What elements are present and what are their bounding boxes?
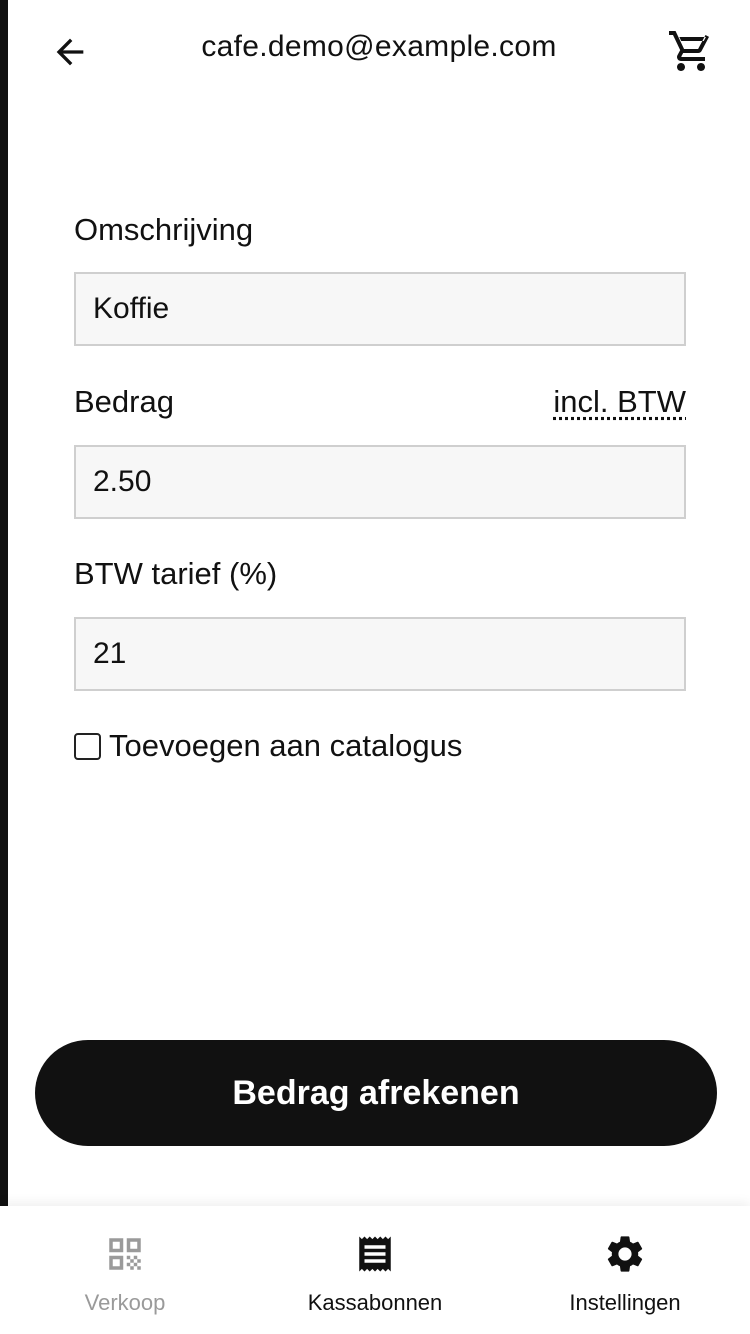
receipt-icon — [353, 1232, 397, 1276]
description-input[interactable] — [74, 272, 686, 346]
amount-label-row: Bedrag incl. BTW — [74, 384, 686, 420]
tab-kassabonnen[interactable]: Kassabonnen — [250, 1206, 500, 1334]
bottom-tab-bar: Verkoop Kassabonnen Instellingen — [0, 1206, 750, 1334]
account-email-title: cafe.demo@example.com — [201, 30, 557, 63]
vat-label-row: BTW tarief (%) — [74, 556, 686, 592]
tab-verkoop[interactable]: Verkoop — [0, 1206, 250, 1334]
left-edge-bar — [0, 0, 8, 1206]
tab-label-kassabonnen: Kassabonnen — [307, 1290, 443, 1315]
amount-input[interactable] — [74, 445, 686, 519]
add-to-catalog-label: Toevoegen aan catalogus — [109, 728, 463, 763]
top-bar: cafe.demo@example.com — [8, 0, 750, 100]
amount-label: Bedrag — [74, 384, 174, 419]
qr-code-icon — [103, 1232, 147, 1276]
tab-instellingen[interactable]: Instellingen — [500, 1206, 750, 1334]
vat-rate-label: BTW tarief (%) — [74, 556, 278, 591]
cart-button[interactable] — [666, 26, 716, 76]
vat-rate-input[interactable] — [74, 617, 686, 691]
add-to-catalog-row[interactable]: Toevoegen aan catalogus — [74, 728, 462, 764]
gear-icon — [603, 1232, 647, 1276]
tax-mode-toggle[interactable]: incl. BTW — [553, 384, 686, 420]
description-label-row: Omschrijving — [74, 212, 686, 248]
tab-label-verkoop: Verkoop — [84, 1290, 166, 1315]
tab-label-instellingen: Instellingen — [569, 1290, 681, 1315]
add-to-catalog-checkbox[interactable] — [74, 732, 101, 760]
checkout-amount-button[interactable]: Bedrag afrekenen — [35, 1040, 717, 1146]
cart-icon — [669, 31, 709, 71]
description-label: Omschrijving — [74, 212, 254, 247]
